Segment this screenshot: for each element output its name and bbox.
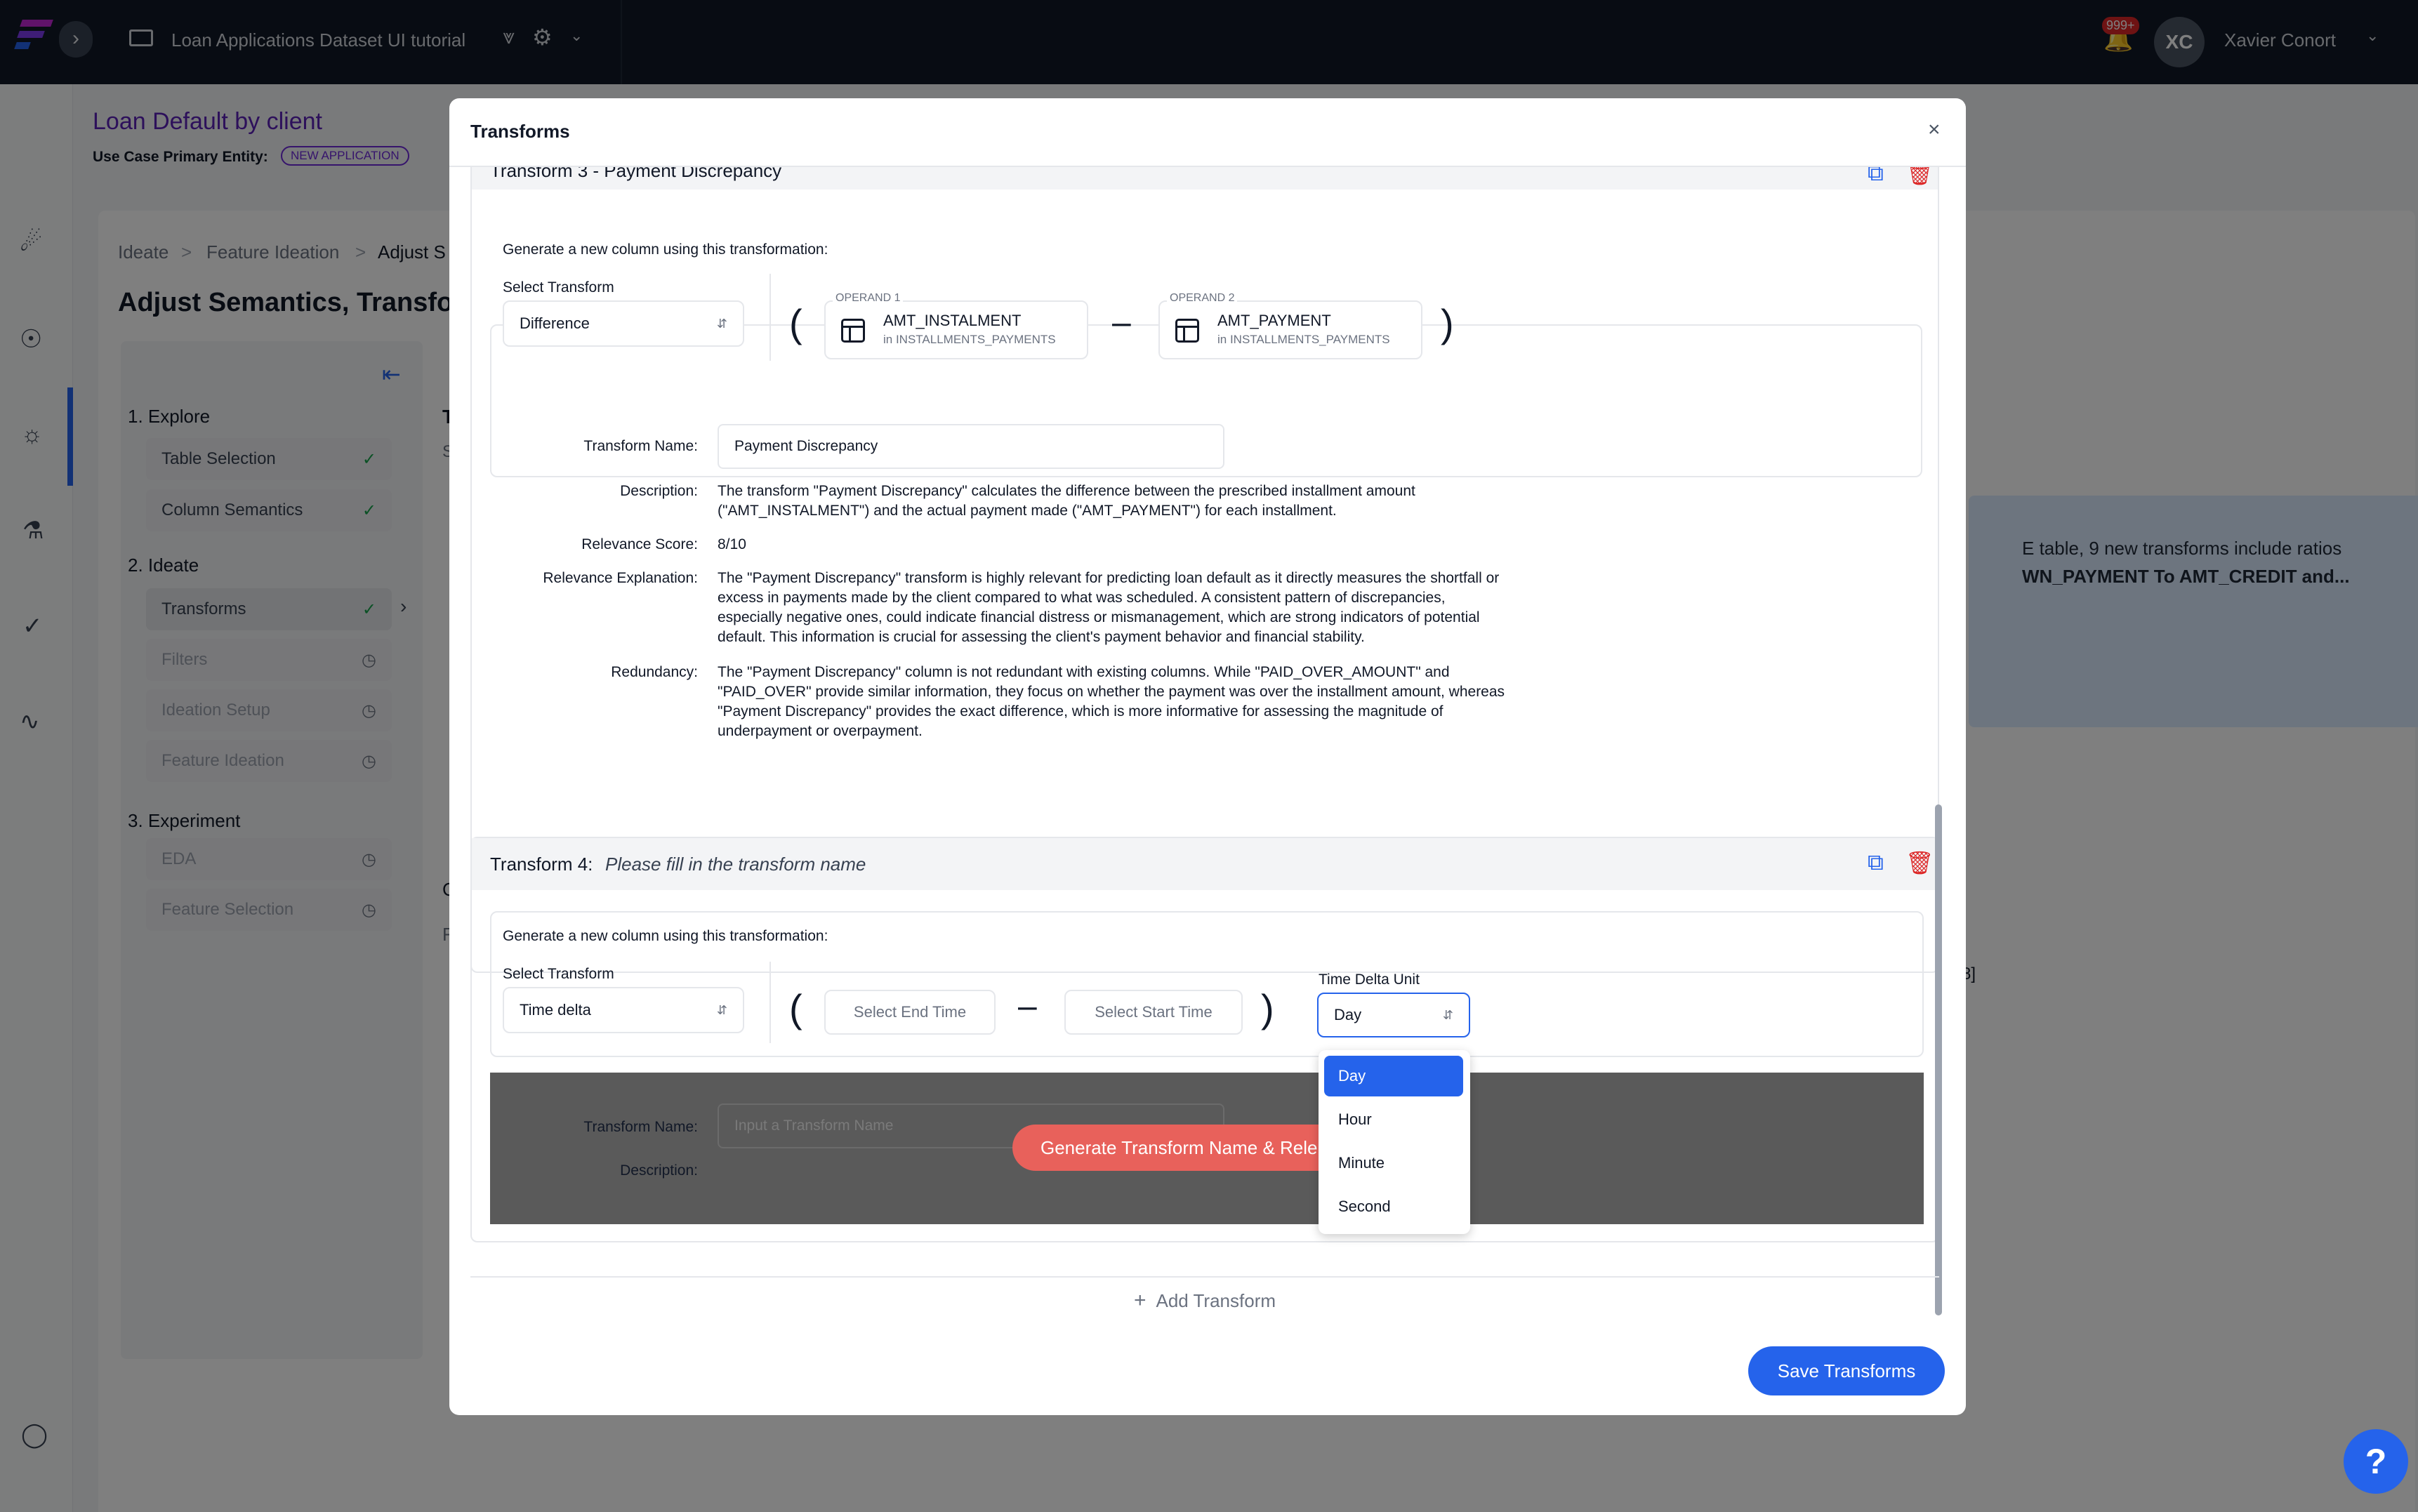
select-transform-label: Select Transform	[503, 279, 614, 296]
open-paren: (	[789, 986, 802, 1030]
time-delta-option-minute[interactable]: Minute	[1324, 1143, 1463, 1183]
chevron-updown-icon: ⇵	[716, 316, 727, 331]
transform-name-input[interactable]: Payment Discrepancy	[718, 424, 1224, 469]
generate-name-button[interactable]: Generate Transform Name & Rele	[1012, 1125, 1326, 1171]
add-transform-row[interactable]: + Add Transform	[470, 1276, 1939, 1318]
copy-icon[interactable]: ⧉	[1868, 167, 1884, 187]
description-label: Description:	[620, 1162, 698, 1179]
operand-2-box[interactable]: OPERAND 2 AMT_PAYMENT in INSTALLMENTS_PA…	[1158, 292, 1422, 359]
select-transform-value: Time delta	[520, 1001, 591, 1019]
time-delta-unit-dropdown[interactable]: Day ⇵	[1317, 993, 1470, 1037]
time-delta-unit-label: Time Delta Unit	[1319, 971, 1420, 988]
redundancy-line: "PAID_OVER" provide similar information,…	[718, 684, 1505, 700]
start-time-placeholder: Select Start Time	[1095, 1003, 1213, 1021]
modal-title: Transforms	[470, 121, 570, 142]
relevance-explanation-line: The "Payment Discrepancy" transform is h…	[718, 570, 1500, 586]
redundancy-label: Redundancy:	[611, 664, 698, 680]
relevance-score-value: 8/10	[718, 536, 746, 552]
operand-1-caption: OPERAND 1	[833, 292, 904, 305]
relevance-score-label: Relevance Score:	[581, 536, 698, 552]
copy-icon[interactable]: ⧉	[1868, 849, 1884, 876]
open-paren: (	[789, 301, 802, 345]
time-delta-unit-value: Day	[1334, 1006, 1362, 1023]
end-time-placeholder: Select End Time	[853, 1003, 967, 1021]
operand-1-table: in INSTALLMENTS_PAYMENTS	[883, 333, 1056, 346]
relevance-explanation-line: excess in payments made by the client co…	[718, 590, 1446, 606]
select-transform-dropdown[interactable]: Time delta ⇵	[503, 987, 744, 1033]
relevance-explanation-line: default. This information is crucial for…	[718, 629, 1365, 645]
select-transform-label: Select Transform	[503, 966, 614, 982]
relevance-explanation-line: especially negative ones, could indicate…	[718, 609, 1480, 625]
chevron-updown-icon: ⇵	[716, 1002, 727, 1017]
operand-1-name: AMT_INSTALMENT	[883, 312, 1022, 329]
close-paren: )	[1261, 986, 1274, 1030]
operand-2-name: AMT_PAYMENT	[1217, 312, 1331, 329]
select-transform-dropdown[interactable]: Difference ⇵	[503, 300, 744, 347]
relevance-explanation-label: Relevance Explanation:	[543, 570, 698, 586]
plus-icon: +	[1133, 1289, 1147, 1312]
trash-icon[interactable]: 🗑	[1905, 167, 1934, 187]
start-time-select[interactable]: Select Start Time	[1064, 990, 1243, 1035]
minus-operator: –	[1112, 304, 1131, 341]
table-icon	[1175, 319, 1199, 343]
transform-name-label: Transform Name:	[583, 1119, 698, 1135]
generate-column-label: Generate a new column using this transfo…	[503, 928, 828, 944]
scrollbar-thumb[interactable]	[1935, 804, 1942, 1315]
trash-icon[interactable]: 🗑	[1905, 849, 1934, 876]
operand-2-caption: OPERAND 2	[1167, 292, 1238, 305]
description-line: ("AMT_INSTALMENT") and the actual paymen…	[718, 503, 1337, 519]
close-paren: )	[1441, 301, 1454, 345]
section-divider	[769, 274, 771, 361]
transform-4-title-prefix: Transform 4:	[490, 854, 593, 875]
minus-operator: –	[1018, 988, 1037, 1025]
generate-column-label: Generate a new column using this transfo…	[503, 241, 828, 258]
time-delta-option-day[interactable]: Day	[1324, 1056, 1463, 1096]
transform-name-label: Transform Name:	[583, 438, 698, 454]
close-icon[interactable]: ×	[1928, 118, 1941, 142]
transform-3-title: Transform 3 - Payment Discrepancy	[490, 167, 782, 181]
save-transforms-button[interactable]: Save Transforms	[1748, 1346, 1945, 1395]
operand-2-table: in INSTALLMENTS_PAYMENTS	[1217, 333, 1390, 346]
redundancy-line: The "Payment Discrepancy" column is not …	[718, 664, 1450, 680]
table-icon	[841, 319, 865, 343]
chevron-updown-icon: ⇵	[1442, 1007, 1453, 1022]
description-label: Description:	[620, 483, 698, 499]
add-transform-label: Add Transform	[1156, 1290, 1276, 1311]
description-line: The transform "Payment Discrepancy" calc…	[718, 483, 1415, 499]
redundancy-line: "Payment Discrepancy" provides the exact…	[718, 703, 1443, 719]
help-button[interactable]: ?	[2344, 1429, 2408, 1494]
redundancy-line: underpayment or overpayment.	[718, 723, 923, 739]
end-time-select[interactable]: Select End Time	[824, 990, 996, 1035]
transform-4-title-placeholder[interactable]: Please fill in the transform name	[605, 854, 866, 875]
operand-1-box[interactable]: OPERAND 1 AMT_INSTALMENT in INSTALLMENTS…	[824, 292, 1088, 359]
section-divider	[769, 962, 771, 1043]
select-transform-value: Difference	[520, 314, 590, 332]
time-delta-option-hour[interactable]: Hour	[1324, 1099, 1463, 1140]
time-delta-option-second[interactable]: Second	[1324, 1186, 1463, 1227]
